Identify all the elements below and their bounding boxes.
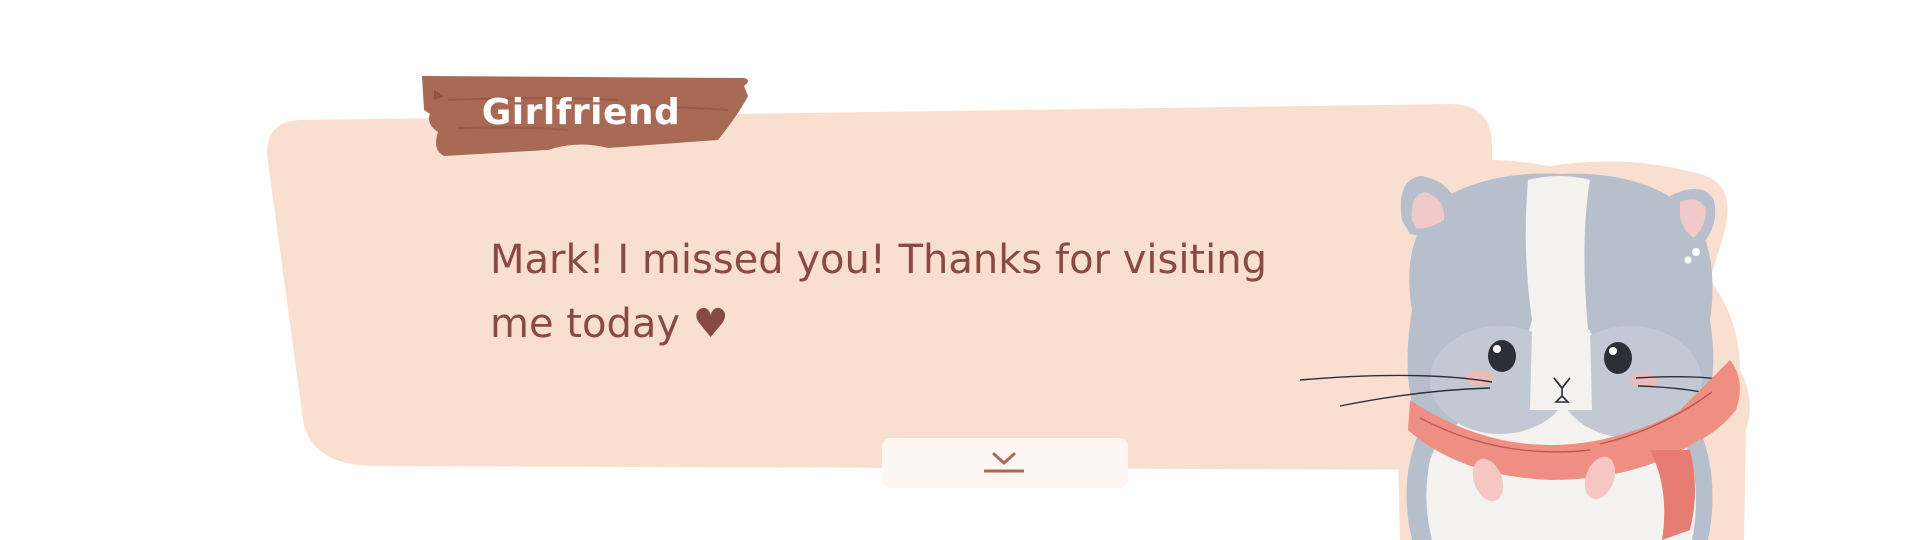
chevron-down-icon [984,452,1024,473]
speaker-name: Girlfriend [481,91,681,133]
hamster-character-portrait [1300,160,1750,540]
dialogue-line-2: me today ♥ [490,301,729,347]
game-screen: Girlfriend Mark! I missed you! Thanks fo… [0,0,1920,540]
advance-dialogue-button[interactable] [882,438,1128,488]
dialogue-line-1: Mark! I missed you! Thanks for visiting [490,237,1267,283]
dialogue-text: Mark! I missed you! Thanks for visiting … [490,228,1270,356]
